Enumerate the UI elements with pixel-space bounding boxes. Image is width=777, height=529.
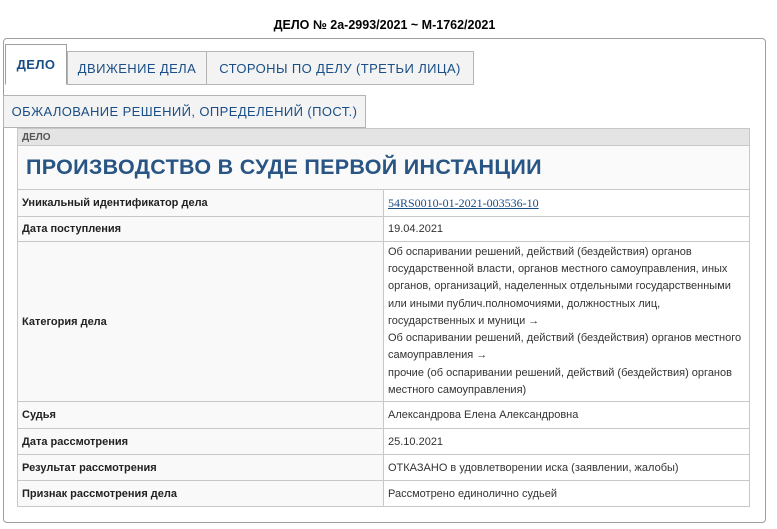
section-title-row: ПРОИЗВОДСТВО В СУДЕ ПЕРВОЙ ИНСТАНЦИИ xyxy=(17,145,750,190)
tab-case-parties[interactable]: СТОРОНЫ ПО ДЕЛУ (ТРЕТЬИ ЛИЦА) xyxy=(206,51,474,85)
table-row-uid: Уникальный идентификатор дела 54RS0010-0… xyxy=(17,189,750,217)
judge-label: Судья xyxy=(17,401,384,429)
judge-value: Александрова Елена Александровна xyxy=(383,401,750,429)
category-line: Об оспаривании решений, действий (бездей… xyxy=(388,246,692,259)
category-line: прочие (об оспаривании решений, действий… xyxy=(388,366,732,379)
result-label: Результат рассмотрения xyxy=(17,454,384,481)
category-line: самоуправления → xyxy=(388,349,488,362)
uid-label: Уникальный идентификатор дела xyxy=(17,189,384,217)
case-info-table: ДЕЛО ПРОИЗВОДСТВО В СУДЕ ПЕРВОЙ ИНСТАНЦИ… xyxy=(17,128,750,507)
mode-value: Рассмотрено единолично судьей xyxy=(383,480,750,507)
section-title: ПРОИЗВОДСТВО В СУДЕ ПЕРВОЙ ИНСТАНЦИИ xyxy=(17,145,750,190)
category-line: Об оспаривании решений, действий (бездей… xyxy=(388,332,742,345)
table-row-result: Результат рассмотрения ОТКАЗАНО в удовле… xyxy=(17,454,750,481)
result-value: ОТКАЗАНО в удовлетворении иска (заявлени… xyxy=(383,454,750,481)
table-row-mode: Признак рассмотрения дела Рассмотрено ед… xyxy=(17,480,750,507)
review-date-label: Дата рассмотрения xyxy=(17,428,384,455)
case-title: ДЕЛО № 2а-2993/2021 ~ М-1762/2021 xyxy=(273,18,496,32)
tab-delo[interactable]: ДЕЛО xyxy=(5,44,67,85)
tab-case-movement[interactable]: ДВИЖЕНИЕ ДЕЛА xyxy=(67,51,207,85)
category-line: государственной власти, органов местного… xyxy=(388,263,728,276)
table-row-judge: Судья Александрова Елена Александровна xyxy=(17,401,750,429)
tab-appeals[interactable]: ОБЖАЛОВАНИЕ РЕШЕНИЙ, ОПРЕДЕЛЕНИЙ (ПОСТ.) xyxy=(3,95,366,128)
table-row-category: Категория дела Об оспаривании решений, д… xyxy=(17,241,750,402)
category-line: органов, организаций, наделенных отдельн… xyxy=(388,280,731,293)
table-row-review-date: Дата рассмотрения 25.10.2021 xyxy=(17,428,750,455)
category-line: государственных и муници → xyxy=(388,314,540,327)
uid-value-cell: 54RS0010-01-2021-003536-10 xyxy=(383,189,750,217)
category-line: местного самоуправления) xyxy=(388,383,527,396)
mode-label: Признак рассмотрения дела xyxy=(17,480,384,507)
category-label: Категория дела xyxy=(17,241,384,402)
received-label: Дата поступления xyxy=(17,216,384,242)
category-line: или иными публич.полномочиями, должностн… xyxy=(388,297,661,310)
review-date-value: 25.10.2021 xyxy=(383,428,750,455)
uid-link[interactable]: 54RS0010-01-2021-003536-10 xyxy=(388,196,539,210)
table-row-received: Дата поступления 19.04.2021 xyxy=(17,216,750,242)
received-value: 19.04.2021 xyxy=(383,216,750,242)
section-header: ДЕЛО xyxy=(17,128,750,146)
category-value: Об оспаривании решений, действий (бездей… xyxy=(383,241,750,402)
section-header-row: ДЕЛО xyxy=(17,128,750,146)
